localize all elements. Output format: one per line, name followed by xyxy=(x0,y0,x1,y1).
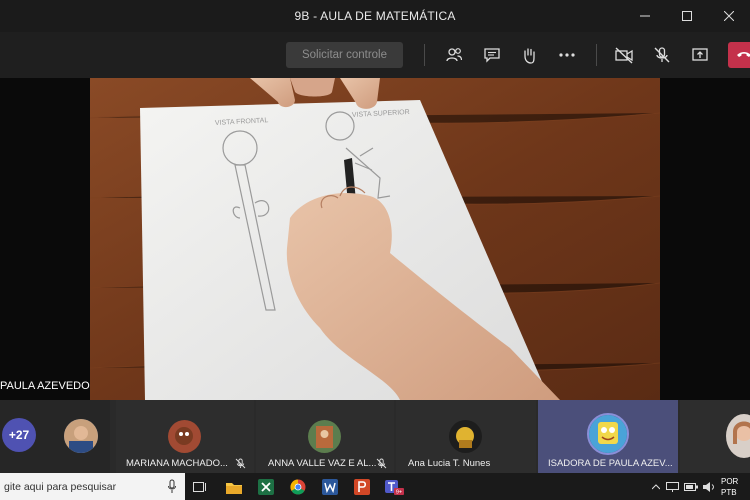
powerpoint-button[interactable] xyxy=(352,477,372,497)
chevron-up-icon xyxy=(652,484,660,490)
toolbar-divider xyxy=(596,44,597,66)
volume-icon xyxy=(703,482,714,492)
chat-button[interactable] xyxy=(480,43,504,67)
file-explorer-button[interactable] xyxy=(224,477,244,497)
share-screen-icon xyxy=(692,48,708,61)
presenter-video: VISTA FRONTAL VISTA SUPERIOR xyxy=(90,78,660,400)
search-placeholder: gite aqui para pesquisar xyxy=(4,480,117,493)
volume-button[interactable] xyxy=(702,477,716,497)
leave-call-button[interactable] xyxy=(728,42,750,68)
teams-badge: 9+ xyxy=(396,490,402,496)
raise-hand-button[interactable] xyxy=(517,43,541,67)
presenter-name: PAULA AZEVEDO xyxy=(0,380,90,392)
leave-call-icon xyxy=(737,52,750,57)
folder-icon xyxy=(226,482,242,494)
microphone-icon[interactable] xyxy=(167,479,177,494)
battery-button[interactable] xyxy=(684,477,698,497)
participant-tile[interactable]: Ana Lucia T. Nunes xyxy=(396,400,536,473)
participant-name: MARIANA MACHADO... xyxy=(126,458,228,469)
network-icon xyxy=(666,482,679,492)
camera-off-icon xyxy=(615,47,633,64)
more-options-button[interactable] xyxy=(555,43,579,67)
minimize-icon xyxy=(640,15,650,17)
request-control-button[interactable]: Solicitar controle xyxy=(286,42,403,68)
maximize-button[interactable] xyxy=(666,0,708,32)
teams-icon: 9+ xyxy=(385,480,404,496)
keyboard-language[interactable]: POR xyxy=(721,477,738,486)
task-view-button[interactable] xyxy=(190,477,210,497)
maximize-icon xyxy=(682,11,692,21)
avatar xyxy=(168,420,201,453)
participant-photo xyxy=(168,420,201,453)
teams-meeting-window: 9B - AULA DE MATEMÁTICA Solicitar contro… xyxy=(0,0,750,500)
windows-taskbar: gite aqui para pesquisar 9+ POR PTB xyxy=(0,473,750,500)
participant-name: ISADORA DE PAULA AZEV... xyxy=(548,458,673,469)
mic-off-icon xyxy=(376,458,387,469)
chrome-button[interactable] xyxy=(288,477,308,497)
keyboard-layout[interactable]: PTB xyxy=(721,488,737,497)
battery-icon xyxy=(684,483,698,491)
title-bar: 9B - AULA DE MATEMÁTICA xyxy=(0,0,750,32)
network-button[interactable] xyxy=(666,477,680,497)
excel-button[interactable] xyxy=(256,477,276,497)
mic-toggle-button[interactable] xyxy=(650,43,674,67)
participant-tile[interactable] xyxy=(680,400,750,473)
chrome-icon xyxy=(290,479,306,495)
avatar xyxy=(587,413,629,455)
participant-tile-active[interactable]: ISADORA DE PAULA AZEV... xyxy=(538,400,678,473)
more-participants-badge[interactable]: +27 xyxy=(2,418,36,452)
meeting-stage: VISTA FRONTAL VISTA SUPERIOR PAULA AZEVE… xyxy=(0,78,750,400)
participant-photo xyxy=(726,414,750,458)
participant-tile[interactable]: MARIANA MACHADO... xyxy=(116,400,254,473)
meeting-toolbar: Solicitar controle xyxy=(0,32,750,78)
teams-button[interactable]: 9+ xyxy=(384,477,404,497)
participant-name: ANNA VALLE VAZ E AL... xyxy=(268,458,377,469)
taskbar-search-input[interactable]: gite aqui para pesquisar xyxy=(0,473,185,500)
window-title: 9B - AULA DE MATEMÁTICA xyxy=(294,9,456,23)
participants-button[interactable] xyxy=(442,43,466,67)
chat-icon xyxy=(484,48,500,63)
mic-off-icon xyxy=(235,458,246,469)
participant-photo xyxy=(449,420,482,453)
avatar xyxy=(308,420,341,453)
toolbar-divider xyxy=(424,44,425,66)
participant-name: Ana Lucia T. Nunes xyxy=(408,458,491,469)
window-controls xyxy=(624,0,750,32)
participant-photo xyxy=(308,420,341,453)
participant-photo xyxy=(64,419,98,453)
share-screen-button[interactable] xyxy=(688,43,712,67)
camera-toggle-button[interactable] xyxy=(612,43,636,67)
avatar xyxy=(64,419,98,453)
word-icon xyxy=(322,479,338,495)
task-view-icon xyxy=(193,482,206,492)
powerpoint-icon xyxy=(354,479,370,495)
close-window-button[interactable] xyxy=(708,0,750,32)
minimize-button[interactable] xyxy=(624,0,666,32)
participant-strip: +27 MARIANA MACHADO... ANNA VALLE VAZ E … xyxy=(0,400,750,473)
avatar xyxy=(449,420,482,453)
mic-off-icon xyxy=(654,47,670,63)
raise-hand-icon xyxy=(524,48,535,64)
word-button[interactable] xyxy=(320,477,340,497)
participant-tile[interactable]: ANNA VALLE VAZ E AL... xyxy=(256,400,394,473)
participant-photo xyxy=(589,415,627,453)
excel-icon xyxy=(258,479,274,495)
close-icon xyxy=(724,11,734,21)
avatar xyxy=(726,414,750,458)
tray-overflow-button[interactable] xyxy=(650,477,662,497)
more-options-icon xyxy=(559,53,575,57)
overflow-tile[interactable]: +27 xyxy=(0,400,110,473)
presenter-video-frame: VISTA FRONTAL VISTA SUPERIOR xyxy=(90,78,660,400)
participants-icon xyxy=(446,48,463,62)
